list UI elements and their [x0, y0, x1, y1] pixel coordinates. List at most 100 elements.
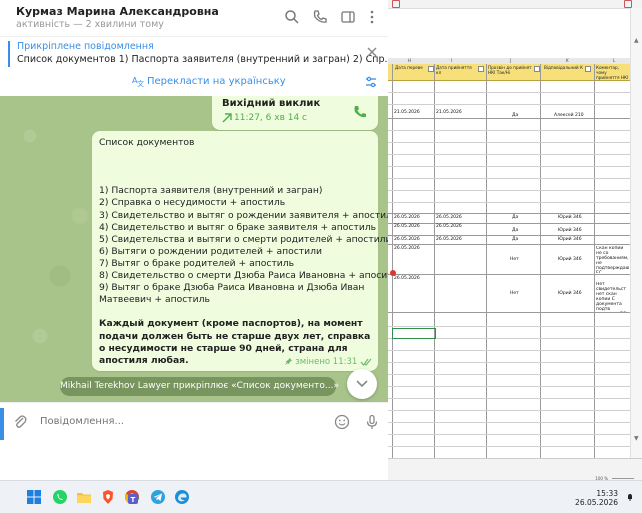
pinned-title: Прикріплене повідомлення: [17, 41, 154, 52]
error-marker-icon: [390, 270, 396, 276]
zoom-slider[interactable]: [612, 478, 634, 479]
sheet-title-strip: [388, 0, 642, 9]
message-input[interactable]: [40, 416, 290, 427]
whatsapp-icon[interactable]: [52, 489, 68, 505]
pinned-message[interactable]: Прикріплене повідомлення Список документ…: [0, 36, 388, 70]
chevron-down-icon: [356, 380, 368, 388]
file-explorer-icon[interactable]: [76, 489, 92, 505]
sidebar-toggle-icon[interactable]: [340, 9, 356, 25]
table-cell[interactable]: 26.05.2026: [436, 215, 462, 220]
double-check-icon: [360, 358, 372, 366]
header-cell[interactable]: Відповідальний К: [544, 65, 584, 70]
vertical-scrollbar[interactable]: ▲ ▼: [630, 8, 642, 458]
document-item: Матвеевич + апостиль: [99, 294, 210, 306]
sheet-close-icon[interactable]: [624, 0, 632, 8]
table-cell[interactable]: Юрий 346: [558, 215, 582, 220]
call-title: Вихідний виклик: [222, 98, 321, 109]
message-meta: змінено 11:31: [284, 357, 372, 368]
notification-icon[interactable]: [626, 493, 634, 501]
table-cell[interactable]: Нет: [510, 291, 519, 296]
translate-bar[interactable]: A 文 Перекласти на українську: [0, 68, 388, 97]
table-cell[interactable]: 26.05.2026: [436, 224, 462, 229]
call-message-bubble[interactable]: Вихідний виклик 11:27, 6 хв 14 с: [212, 96, 378, 130]
document-item: 4) Свидетельство и вытяг о браке заявите…: [99, 221, 377, 233]
table-cell[interactable]: Нет свидетельст нет скан копии С докумен…: [596, 282, 629, 312]
table-cell[interactable]: 21.05.2026: [394, 110, 420, 115]
telegram-icon[interactable]: [150, 489, 166, 505]
service-message-text: Mikhail Terekhov Lawyer прикріплює «Спис…: [60, 381, 339, 391]
outgoing-call-arrow-icon: [222, 113, 232, 123]
document-item: 6) Вытяги о рождении родителей + апостил…: [99, 245, 322, 257]
table-cell[interactable]: Нет: [510, 257, 519, 262]
header-cell[interactable]: Дата прийняття кл: [436, 65, 476, 75]
pin-icon: [284, 357, 292, 366]
call-back-phone-icon[interactable]: [352, 104, 368, 120]
taskbar: T 15:33 26.05.2026: [0, 480, 642, 513]
table-cell[interactable]: Да: [512, 237, 518, 242]
table-cell[interactable]: 26.05.2026: [394, 215, 420, 220]
brave-icon[interactable]: [100, 489, 116, 505]
contact-status: активність — 2 хвилини тому: [16, 19, 164, 30]
message-bubble[interactable]: Список документов 1) Паспорта заявителя …: [92, 131, 388, 371]
table-cell[interactable]: 26.05.2026: [436, 237, 462, 242]
header-cell[interactable]: Прозвін до прийнят НКІ Так/Ні: [488, 65, 532, 75]
service-message[interactable]: Mikhail Terekhov Lawyer прикріплює «Спис…: [60, 377, 339, 396]
system-clock[interactable]: 15:33 26.05.2026: [575, 489, 618, 507]
document-item: 9) Вытяг о браке Дзюба Раиса Ивановна и …: [99, 282, 365, 294]
attach-icon[interactable]: [12, 414, 28, 430]
table-cell[interactable]: Да: [512, 228, 518, 233]
table-cell[interactable]: Скан копии не со требованиям, не подтвер…: [596, 246, 629, 273]
chat-header[interactable]: Курмаз Марина Александровна активність —…: [0, 0, 388, 36]
table-cell[interactable]: Юрий 346: [558, 291, 582, 296]
pinned-text: Список документов 1) Паспорта заявителя …: [17, 54, 388, 65]
table-cell[interactable]: Алексей 210: [554, 113, 584, 118]
clock-date: 26.05.2026: [575, 498, 618, 507]
table-cell[interactable]: 26.05.2026: [394, 224, 420, 229]
scroll-up-icon[interactable]: ▲: [634, 38, 640, 44]
selected-cell[interactable]: [392, 328, 436, 339]
table-cell[interactable]: 26.05.2026: [394, 246, 420, 251]
svg-text:T: T: [131, 496, 136, 504]
header-cell[interactable]: Коментар, чому прийняття НКІ: [596, 65, 630, 80]
svg-text:文: 文: [137, 79, 144, 87]
translate-icon: A 文: [132, 76, 144, 87]
search-icon[interactable]: [284, 9, 300, 25]
filter-dropdown-icon[interactable]: [478, 66, 484, 72]
table-cell[interactable]: 21.05.2026: [436, 110, 462, 115]
emoji-icon[interactable]: [334, 414, 350, 430]
filter-dropdown-icon[interactable]: [585, 66, 591, 72]
scroll-to-bottom-button[interactable]: [347, 369, 377, 399]
document-item: 8) Свидетельство о смерти Дзюба Раиса Ив…: [99, 270, 388, 282]
phone-icon[interactable]: [312, 9, 328, 25]
table-cell[interactable]: 26.05.2026: [394, 237, 420, 242]
status-bar: 100 %: [388, 458, 642, 481]
translate-label[interactable]: Перекласти на українську: [147, 76, 286, 87]
scroll-down-icon[interactable]: ▼: [634, 436, 640, 442]
table-cell[interactable]: Юрий 346: [558, 237, 582, 242]
pinned-accent-bar: [8, 41, 10, 67]
sheet-control-icon[interactable]: [392, 0, 400, 8]
teams-icon[interactable]: T: [126, 491, 142, 507]
window-edge-accent: [0, 408, 4, 440]
message-heading: Список документов: [99, 137, 195, 148]
edge-icon[interactable]: [174, 489, 190, 505]
table-cell[interactable]: Юрий 346: [558, 228, 582, 233]
call-meta: 11:27, 6 хв 14 с: [234, 113, 307, 123]
table-cell[interactable]: Юрий 346: [558, 257, 582, 262]
document-item: 5) Свидетельства и вытяги о смерти родит…: [99, 233, 388, 245]
table-cell[interactable]: Да: [512, 215, 518, 220]
microphone-icon[interactable]: [364, 414, 380, 430]
compose-bar: [0, 402, 388, 440]
windows-start-icon[interactable]: [26, 489, 42, 505]
contact-name[interactable]: Курмаз Марина Александровна: [16, 5, 219, 18]
close-icon[interactable]: [366, 46, 378, 58]
header-cell[interactable]: Дата переве: [395, 65, 429, 70]
translate-settings-icon[interactable]: [364, 75, 378, 89]
message-edited-time: змінено 11:31: [295, 356, 358, 367]
more-menu-icon[interactable]: [364, 9, 380, 25]
table-cell[interactable]: Да: [512, 113, 518, 118]
document-item: 1) Паспорта заявителя (внутренний и загр…: [99, 185, 323, 197]
table-cell[interactable]: 26.05.2026: [394, 276, 420, 281]
document-item: 3) Свидетельство и вытяг о рождении заяв…: [99, 209, 388, 221]
message-text: Список документов 1) Паспорта заявителя …: [99, 137, 388, 367]
